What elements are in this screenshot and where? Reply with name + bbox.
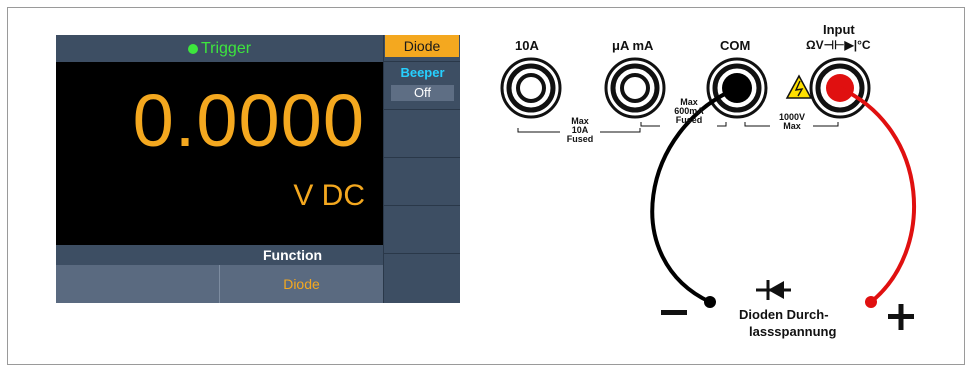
terminal-ua-ma-icon — [604, 57, 666, 119]
diode-caption: Dioden Durch- lassspannung — [739, 307, 837, 339]
warning-icon — [785, 74, 813, 99]
rating-1000v: 1000V Max — [778, 112, 806, 131]
plus-sign-icon — [888, 304, 914, 330]
black-probe-tip — [704, 296, 716, 308]
diode-symbol-icon — [756, 280, 791, 300]
minus-sign-icon — [661, 310, 687, 315]
rating-600ma: Max 600mA Fused — [674, 97, 704, 125]
terminal-10a-icon — [500, 57, 562, 119]
red-probe-tip — [865, 296, 877, 308]
rating-10a: Max 10A Fused — [566, 116, 594, 144]
red-probe-lead — [839, 86, 917, 304]
